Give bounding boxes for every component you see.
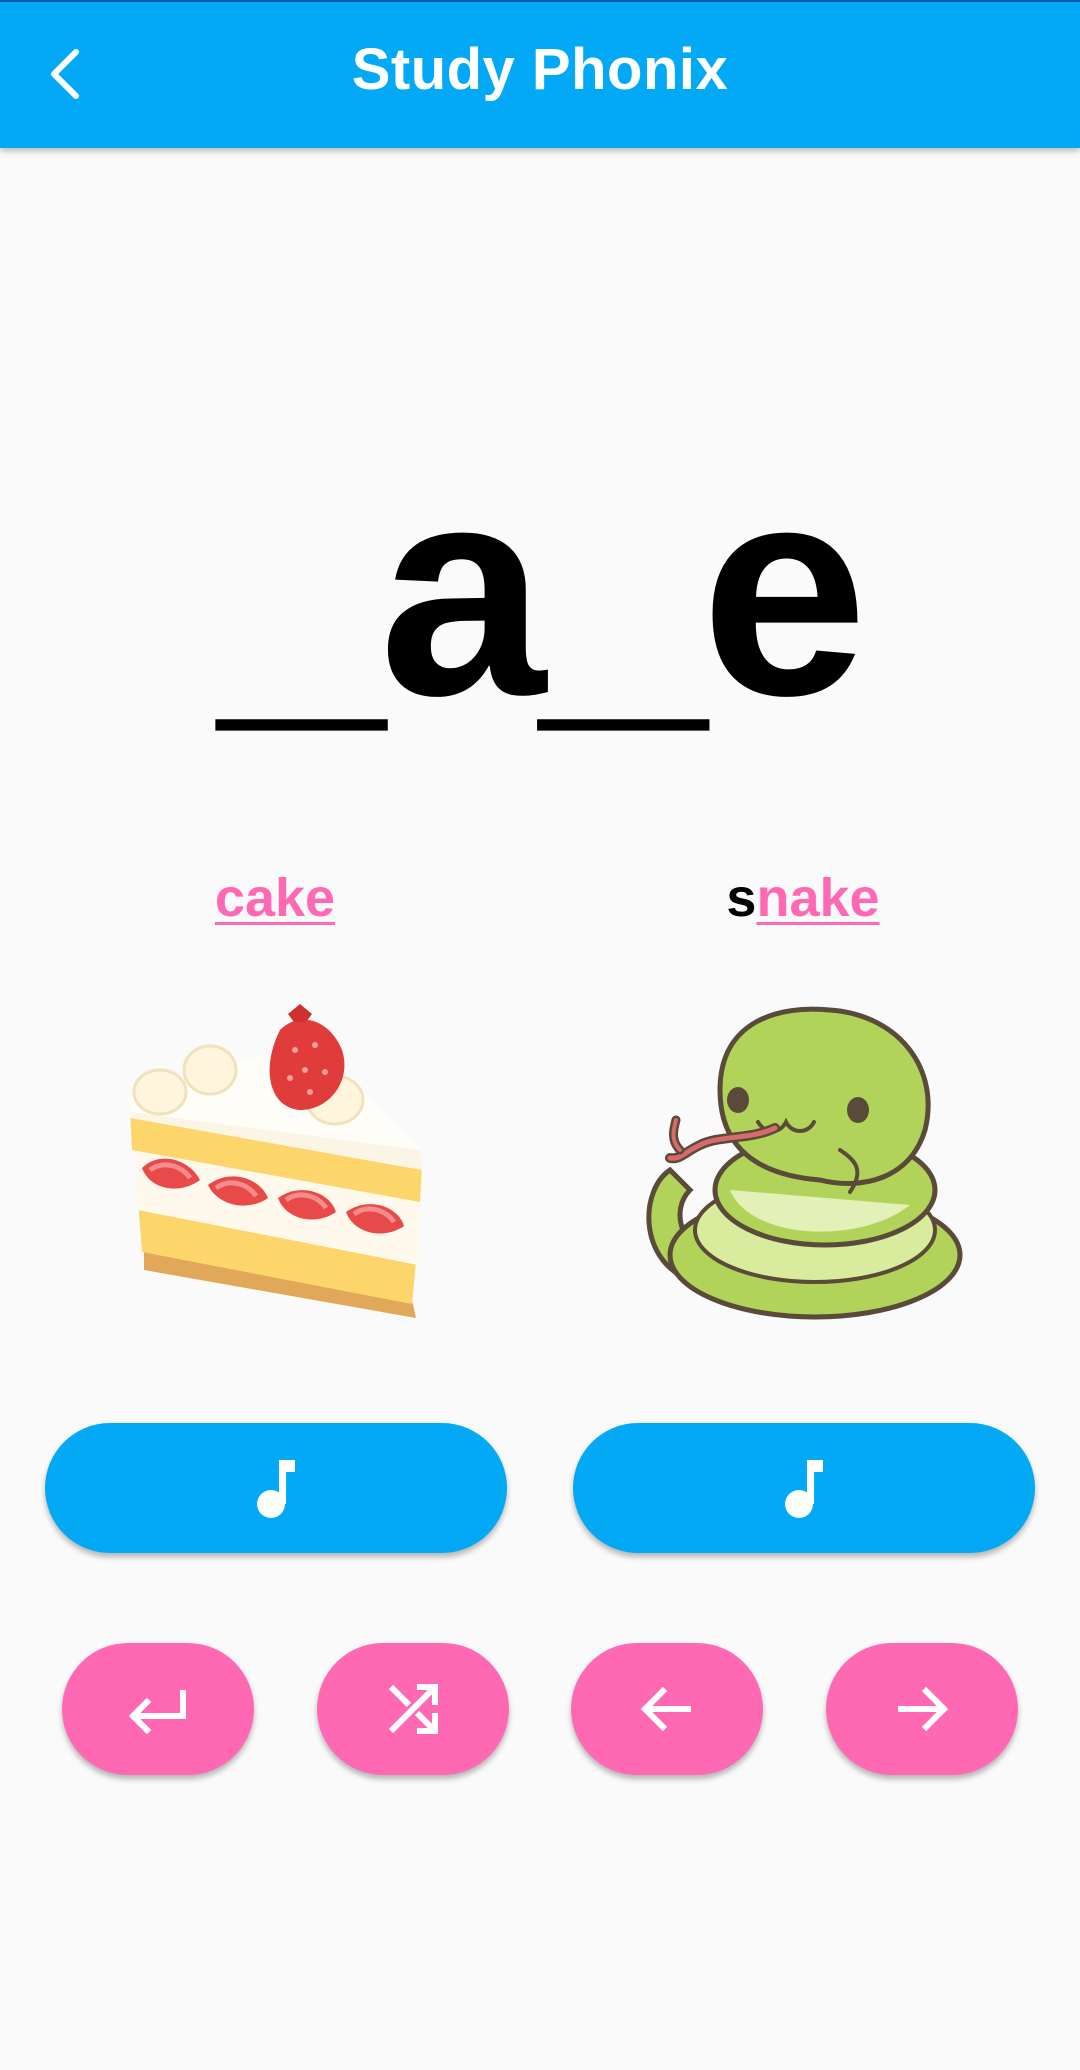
word-snake[interactable]: snake bbox=[533, 865, 1073, 931]
phonics-pattern: _a_e bbox=[218, 422, 867, 758]
shuffle-button[interactable] bbox=[317, 1643, 509, 1775]
music-note-icon bbox=[257, 1460, 295, 1518]
app-bar: Study Phonix bbox=[0, 0, 1080, 148]
snake-image[interactable] bbox=[640, 1000, 970, 1330]
music-note-icon bbox=[785, 1460, 823, 1518]
next-button[interactable] bbox=[826, 1643, 1018, 1775]
word-prefix: s bbox=[726, 868, 757, 928]
play-sound-button-cake[interactable] bbox=[45, 1423, 507, 1553]
return-button[interactable] bbox=[62, 1643, 254, 1775]
page-title: Study Phonix bbox=[351, 37, 729, 102]
shuffle-icon bbox=[388, 1684, 438, 1734]
arrow-right-icon bbox=[898, 1686, 949, 1732]
return-icon bbox=[128, 1690, 186, 1734]
previous-button[interactable] bbox=[571, 1643, 763, 1775]
word-highlight: nake bbox=[756, 868, 880, 928]
status-line bbox=[0, 0, 1080, 2]
cake-image[interactable] bbox=[120, 1000, 440, 1330]
play-sound-button-snake[interactable] bbox=[573, 1423, 1035, 1553]
arrow-left-icon bbox=[640, 1686, 691, 1732]
word-highlight: cake bbox=[214, 868, 336, 928]
word-cake[interactable]: cake bbox=[5, 865, 545, 931]
